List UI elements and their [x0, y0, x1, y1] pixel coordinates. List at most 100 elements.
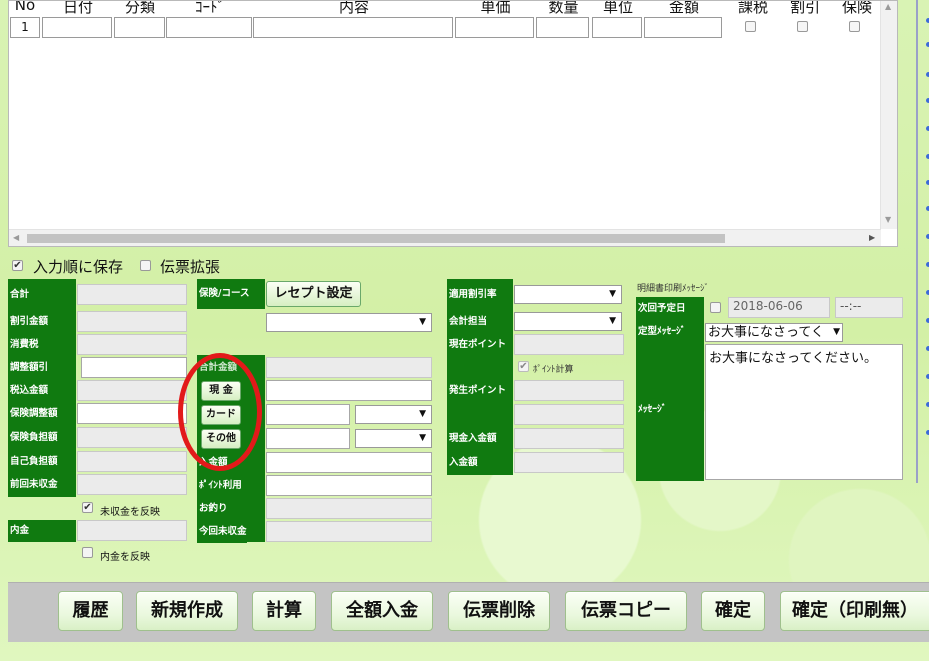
change-field — [266, 498, 432, 519]
cash-deposit-label: 現金入金額 — [447, 428, 497, 450]
cash-input[interactable] — [266, 380, 432, 401]
row-number: 1 — [10, 17, 40, 38]
dropdown-caret-icon: ▼ — [609, 316, 616, 326]
slip-expand-label: 伝票拡張 — [160, 258, 221, 276]
adjust-discount-input[interactable] — [81, 357, 187, 378]
row-unit-input[interactable] — [592, 17, 642, 38]
confirm-button[interactable]: 確定 — [701, 591, 765, 631]
table-header: No 日付 分類 ｺｰﾄﾞ 内容 単価 数量 単位 金額 課税 割引 保険 — [9, 1, 881, 15]
dropdown-caret-icon: ▼ — [419, 433, 426, 443]
next-visit-time-input[interactable]: --:-- — [835, 297, 903, 318]
dropdown-caret-icon: ▼ — [609, 289, 616, 299]
horizontal-scroll-thumb[interactable] — [27, 234, 725, 243]
save-in-order-label: 入力順に保存 — [33, 258, 124, 276]
calculate-button[interactable]: 計算 — [252, 591, 316, 631]
highlight-circle — [178, 353, 262, 471]
self-burden-field — [77, 451, 187, 472]
current-unpaid-field — [266, 521, 432, 542]
adjust-discount-label: 調整額引 — [8, 357, 49, 379]
internal-payment-field — [77, 520, 187, 541]
detail-table: No 日付 分類 ｺｰﾄﾞ 内容 単価 数量 単位 金額 課税 割引 保険 1 … — [8, 0, 898, 247]
message-textarea[interactable]: お大事になさってください。 — [705, 344, 903, 480]
delete-slip-button[interactable]: 伝票削除 — [448, 591, 550, 631]
previous-unpaid-label: 前回未収金 — [8, 474, 58, 496]
header-code: ｺｰﾄﾞ — [194, 1, 225, 15]
header-category: 分類 — [124, 1, 155, 15]
total-field — [77, 284, 187, 305]
deposit-field — [514, 452, 624, 473]
header-no: No — [14, 1, 36, 14]
confirm-no-print-button[interactable]: 確定（印刷無） — [780, 591, 929, 631]
row-discount-checkbox[interactable] — [797, 21, 808, 32]
row-content-input[interactable] — [253, 17, 453, 38]
row-unit-price-input[interactable] — [455, 17, 534, 38]
header-date: 日付 — [62, 1, 93, 15]
row-quantity-input[interactable] — [536, 17, 589, 38]
row-date-input[interactable] — [42, 17, 112, 38]
discount-rate-select[interactable]: ▼ — [514, 285, 622, 304]
consumption-tax-field — [77, 334, 187, 355]
new-slip-button[interactable]: 新規作成 — [136, 591, 238, 631]
dropdown-caret-icon: ▼ — [833, 327, 840, 337]
header-quantity: 数量 — [548, 1, 579, 15]
history-button[interactable]: 履歴 — [58, 591, 123, 631]
deposit-amount-input[interactable] — [266, 452, 432, 473]
row-category-input[interactable] — [114, 17, 165, 38]
row-insurance-checkbox[interactable] — [849, 21, 860, 32]
receipt-setting-button[interactable]: レセプト設定 — [266, 281, 361, 307]
discount-amount-field — [77, 311, 187, 332]
accounting-staff-select[interactable]: ▼ — [514, 312, 622, 331]
scroll-down-arrow-icon[interactable]: ▼ — [885, 215, 891, 224]
reflect-unpaid-label: 未収金を反映 — [100, 507, 160, 518]
previous-unpaid-field — [77, 474, 187, 495]
header-unit: 単位 — [602, 1, 633, 15]
card-amount-input[interactable] — [266, 404, 350, 425]
insurance-burden-field — [77, 427, 187, 448]
other-type-select[interactable]: ▼ — [355, 429, 432, 448]
next-visit-checkbox[interactable] — [710, 302, 721, 313]
cash-deposit-field — [514, 428, 624, 449]
total-label: 合計 — [8, 284, 30, 306]
change-label: お釣り — [197, 498, 228, 520]
reflect-unpaid-checkbox[interactable]: ✔ — [82, 502, 93, 513]
earned-points-field — [514, 380, 624, 401]
copy-slip-button[interactable]: 伝票コピー — [565, 591, 687, 631]
next-visit-date-input[interactable]: 2018-06-06 — [728, 297, 830, 318]
discount-amount-label: 割引金額 — [8, 311, 49, 333]
insurance-adjust-label: 保険調整額 — [8, 403, 58, 425]
dropdown-caret-icon: ▼ — [419, 409, 426, 419]
self-burden-label: 自己負担額 — [8, 451, 58, 473]
point-use-input[interactable] — [266, 475, 432, 496]
point-calc-checkbox[interactable]: ✔ — [518, 361, 529, 372]
save-in-order-checkbox[interactable]: ✔ — [12, 260, 23, 271]
insurance-course-select[interactable]: ▼ — [266, 313, 432, 332]
insurance-adjust-input[interactable] — [77, 403, 187, 424]
full-payment-button[interactable]: 全額入金 — [331, 591, 433, 631]
row-taxable-checkbox[interactable] — [745, 21, 756, 32]
row-code-input[interactable] — [166, 17, 252, 38]
reflect-internal-checkbox[interactable] — [82, 547, 93, 558]
header-amount: 金額 — [668, 1, 699, 15]
current-unpaid-label: 今回未収金 — [197, 521, 247, 543]
next-visit-label: 次回予定日 — [636, 298, 686, 320]
dropdown-caret-icon: ▼ — [419, 317, 426, 327]
total-amount-field — [266, 357, 432, 378]
row-amount-input[interactable] — [644, 17, 722, 38]
template-message-value: お大事になさってく — [708, 325, 824, 340]
tax-included-field — [77, 380, 187, 401]
applied-discount-rate-label: 適用割引率 — [447, 284, 497, 306]
template-message-select[interactable]: お大事になさってく ▼ — [705, 323, 843, 342]
template-message-label: 定型ﾒｯｾｰｼﾞ — [636, 321, 686, 343]
internal-payment-label: 内金 — [8, 520, 76, 542]
current-points-field — [514, 334, 624, 355]
other-amount-input[interactable] — [266, 428, 350, 449]
header-insurance: 保険 — [841, 1, 872, 15]
slip-expand-checkbox[interactable] — [140, 260, 151, 271]
scroll-right-arrow-icon[interactable]: ▶ — [869, 233, 875, 242]
decorative-divider — [916, 0, 918, 483]
scroll-up-arrow-icon[interactable]: ▲ — [885, 2, 891, 11]
card-type-select[interactable]: ▼ — [355, 405, 432, 424]
vertical-scrollbar[interactable]: ▲ ▼ — [880, 1, 897, 229]
horizontal-scrollbar[interactable]: ◀ ▶ — [9, 229, 881, 246]
scroll-left-arrow-icon[interactable]: ◀ — [13, 233, 19, 242]
